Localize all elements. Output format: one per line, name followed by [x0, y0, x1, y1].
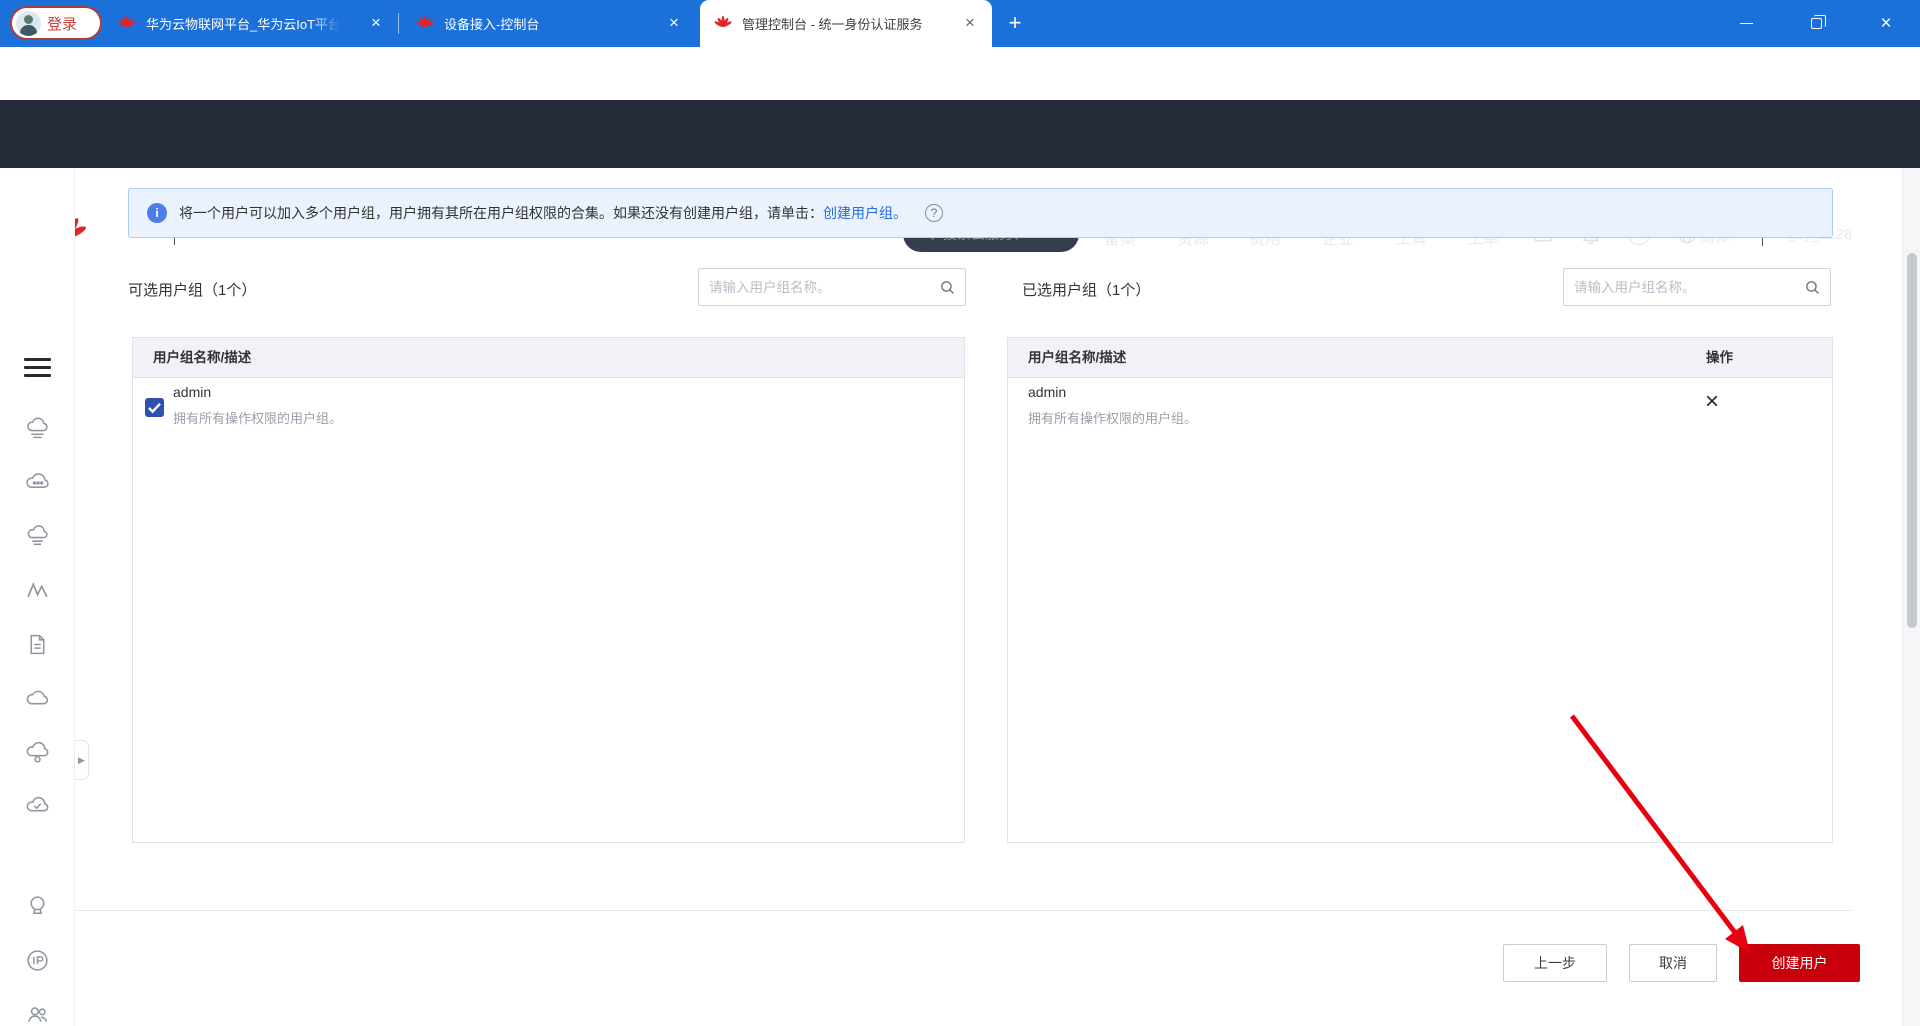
browser-tab-bar: 登录 华为云物联网平台_华为云IoT平台 × — [0, 0, 1920, 47]
cloud-stack-icon[interactable] — [25, 524, 50, 549]
scrollbar-thumb[interactable] — [1907, 253, 1917, 628]
tab-title: 管理控制台 - 统一身份认证服务 — [742, 14, 923, 33]
cloud-check-icon[interactable] — [25, 794, 50, 819]
row-checkbox-checked[interactable] — [145, 398, 164, 417]
search-icon[interactable] — [1804, 279, 1821, 296]
table-header: 用户组名称/描述 — [133, 338, 964, 378]
selected-groups-searchbox — [1563, 268, 1831, 306]
close-button[interactable]: × — [1863, 0, 1909, 47]
restore-button[interactable] — [1793, 0, 1839, 47]
group-description: 拥有所有操作权限的用户组。 — [173, 408, 342, 427]
info-banner: i 将一个用户可以加入多个用户组，用户拥有其所在用户组权限的合集。如果还没有创建… — [128, 188, 1833, 238]
sidebar-expand-handle[interactable]: ▶ — [75, 740, 89, 780]
create-user-group-link[interactable]: 创建用户组。 — [823, 203, 907, 223]
cloud-ellipsis-icon[interactable] — [25, 470, 50, 495]
group-name: admin — [1028, 384, 1066, 400]
console-header: 华为云 控制台 搜索云服务、 备案 资源 费用 企业 工具 工单 ? NEW 简… — [0, 100, 1920, 168]
service-sidebar: ▶ — [0, 168, 75, 1026]
profile-avatar — [16, 11, 41, 36]
huawei-favicon — [714, 15, 732, 33]
tab-close-icon[interactable]: × — [960, 14, 980, 34]
tab-divider — [398, 13, 399, 34]
document-icon[interactable] — [25, 632, 50, 657]
name-column-header: 用户组名称/描述 — [153, 338, 251, 378]
new-tab-button[interactable]: + — [1000, 9, 1030, 39]
user-group-icon[interactable] — [25, 1002, 50, 1026]
tab-iot-platform[interactable]: 华为云物联网平台_华为云IoT平台 × — [104, 0, 398, 47]
browser-toolbar: https://console.huaweicloud.com/iam/?age… — [0, 47, 1920, 100]
ip-address-icon[interactable] — [25, 948, 50, 973]
scrollbar-track[interactable] — [1902, 168, 1920, 1026]
footer-divider — [75, 910, 1853, 911]
workspace-pill[interactable]: 登录 — [10, 6, 102, 40]
waveform-icon[interactable] — [25, 578, 50, 603]
restore-icon — [1811, 18, 1822, 29]
available-groups-searchbox — [698, 268, 966, 306]
selected-groups-table: 用户组名称/描述 操作 admin 拥有所有操作权限的用户组。 × — [1007, 337, 1833, 843]
cloud-icon[interactable] — [25, 686, 50, 711]
tab-title: 设备接入-控制台 — [444, 14, 539, 33]
huawei-favicon — [416, 15, 434, 33]
banner-text: 将一个用户可以加入多个用户组，用户拥有其所在用户组权限的合集。如果还没有创建用户… — [179, 203, 823, 223]
screen: 登录 华为云物联网平台_华为云IoT平台 × — [0, 0, 1920, 1026]
tab-title: 华为云物联网平台_华为云IoT平台 — [146, 14, 341, 33]
available-groups-search-input[interactable] — [699, 269, 965, 305]
info-icon: i — [147, 203, 167, 223]
cloud-server-icon[interactable] — [25, 416, 50, 441]
banner-help-icon[interactable]: ? — [925, 204, 943, 222]
create-user-button[interactable]: 创建用户 — [1739, 944, 1860, 982]
group-description: 拥有所有操作权限的用户组。 — [1028, 408, 1197, 427]
table-header: 用户组名称/描述 操作 — [1008, 338, 1832, 378]
remove-group-icon[interactable]: × — [1705, 390, 1719, 414]
tab-device-access[interactable]: 设备接入-控制台 × — [402, 0, 696, 47]
minimize-button[interactable] — [1723, 0, 1769, 47]
huawei-favicon — [118, 15, 136, 33]
action-column-header: 操作 — [1706, 338, 1733, 378]
tab-close-icon[interactable]: × — [664, 14, 684, 34]
selected-groups-search-input[interactable] — [1564, 269, 1830, 305]
balloon-icon[interactable] — [25, 894, 50, 919]
selected-groups-title: 已选用户组（1个） — [1022, 279, 1150, 300]
workspace-label: 登录 — [47, 13, 77, 34]
cloud-instance-icon[interactable] — [25, 740, 50, 765]
tab-close-icon[interactable]: × — [366, 14, 386, 34]
minimize-icon — [1740, 23, 1753, 25]
menu-hamburger-icon[interactable] — [24, 358, 51, 377]
cancel-button[interactable]: 取消 — [1629, 944, 1717, 982]
previous-step-button[interactable]: 上一步 — [1503, 944, 1607, 982]
tab-iam-console-active[interactable]: 管理控制台 - 统一身份认证服务 × — [700, 0, 992, 47]
name-column-header: 用户组名称/描述 — [1028, 338, 1126, 378]
available-groups-title: 可选用户组（1个） — [128, 279, 256, 300]
search-icon[interactable] — [939, 279, 956, 296]
available-groups-table: 用户组名称/描述 admin 拥有所有操作权限的用户组。 — [132, 337, 965, 843]
group-name: admin — [173, 384, 211, 400]
